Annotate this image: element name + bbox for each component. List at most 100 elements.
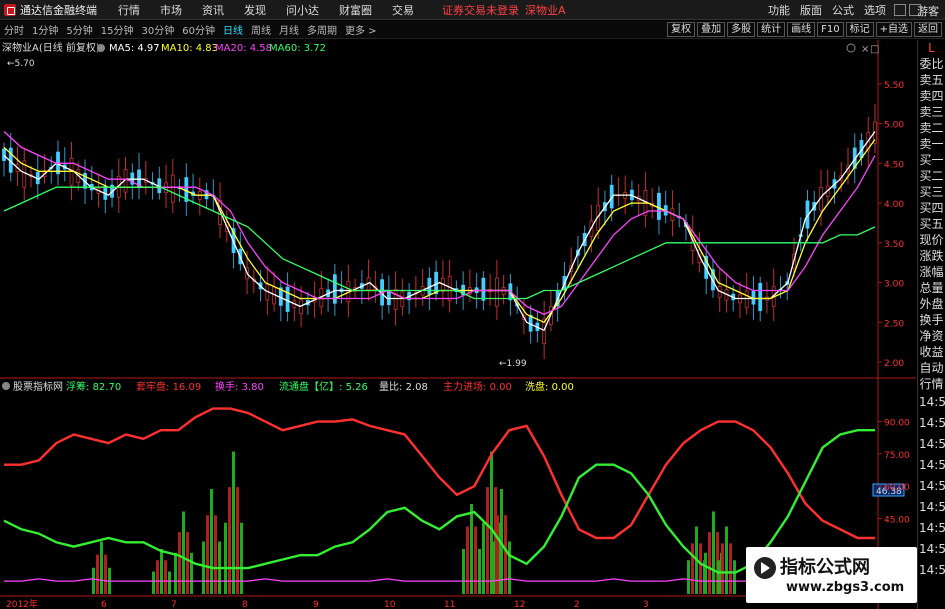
overlay-button[interactable]: 叠加 — [697, 22, 726, 37]
indicator-bar — [236, 487, 239, 594]
side-item[interactable]: 买五 — [918, 216, 945, 232]
draw-line-button[interactable]: 画线 — [787, 22, 816, 37]
side-time: 14:50 — [919, 542, 945, 556]
candle-body — [494, 277, 499, 307]
settings-icon[interactable] — [97, 44, 105, 52]
watermark-badge: 指标公式网 www.zbgs3.com — [746, 547, 917, 603]
indicator-bar — [733, 560, 736, 594]
f10-button[interactable]: F10 — [817, 22, 844, 37]
back-button[interactable]: 返回 — [914, 22, 942, 37]
indicator-bar — [462, 549, 465, 594]
menu-bar: 通达信金融终端 行情 市场 资讯 发现 问小达 财富圈 交易 证券交易未登录 深… — [0, 0, 945, 20]
side-bottom-item[interactable]: 行情 — [918, 376, 945, 392]
tab-more[interactable]: 更多 > — [341, 22, 381, 37]
indicator-tick-label: 60.00 — [884, 483, 910, 493]
indicator-bar — [224, 522, 227, 594]
app-logo: 通达信金融终端 — [0, 2, 108, 18]
tab-15min[interactable]: 15分钟 — [97, 22, 138, 37]
indicator-bar — [156, 560, 159, 594]
add-watchlist-button[interactable]: +自选 — [875, 22, 912, 37]
indicator-tick-label: 90.00 — [884, 419, 910, 429]
menu-item-ask[interactable]: 问小达 — [276, 2, 329, 18]
indicator-bar — [92, 567, 95, 594]
guest-label[interactable]: 游客 — [917, 3, 939, 19]
menu-item-wealth[interactable]: 财富圈 — [329, 2, 382, 18]
side-item[interactable]: 外盘 — [918, 296, 945, 312]
indicator-bar — [202, 541, 205, 594]
menu-item-discover[interactable]: 发现 — [234, 2, 276, 18]
indicator-bar — [708, 532, 711, 594]
indicator-item: 浮筹: 82.70 — [66, 380, 121, 393]
watermark-title: 指标公式网 — [780, 557, 870, 578]
side-item[interactable]: 换手 — [918, 312, 945, 328]
side-item[interactable]: 委比 — [918, 56, 945, 72]
menu-item-layout[interactable]: 版面 — [795, 2, 827, 18]
indicator-bar — [164, 560, 167, 594]
mark-button[interactable]: 标记 — [845, 22, 874, 37]
side-item[interactable]: 涨幅 — [918, 264, 945, 280]
app-title: 通达信金融终端 — [20, 3, 97, 17]
menu-item-market[interactable]: 市场 — [150, 2, 192, 18]
indicator-item: 流通盘【亿】: 5.26 — [279, 380, 368, 393]
side-item[interactable]: 买一 — [918, 152, 945, 168]
side-bottom-item[interactable]: 自动 — [918, 360, 945, 376]
right-menu: 功能 版面 公式 选项 — [763, 0, 921, 20]
menu-item-news[interactable]: 资讯 — [192, 2, 234, 18]
side-item[interactable]: 买三 — [918, 184, 945, 200]
indicator-bar — [214, 515, 217, 594]
side-item[interactable]: 卖一 — [918, 136, 945, 152]
candle-body — [2, 148, 6, 161]
side-item[interactable]: 净资 — [918, 328, 945, 344]
side-item[interactable]: 卖四 — [918, 88, 945, 104]
menu-item-formula[interactable]: 公式 — [827, 2, 859, 18]
indicator-bar — [482, 522, 485, 594]
menu-item-options[interactable]: 选项 — [859, 2, 891, 18]
tab-1min[interactable]: 1分钟 — [28, 22, 62, 37]
tab-monthly[interactable]: 月线 — [275, 22, 303, 37]
indicator-bar — [100, 541, 103, 594]
indicator-bar — [478, 549, 481, 594]
time-tick-label: 2 — [574, 600, 580, 609]
tab-5min[interactable]: 5分钟 — [62, 22, 96, 37]
time-tick-label: 6 — [101, 600, 107, 609]
login-notice[interactable]: 证券交易未登录 — [442, 2, 519, 18]
side-item[interactable]: 卖三 — [918, 104, 945, 120]
watermark-url: www.zbgs3.com — [786, 580, 905, 595]
menu-item-function[interactable]: 功能 — [763, 2, 795, 18]
tab-weekly[interactable]: 周线 — [247, 22, 275, 37]
pane-max-icon[interactable]: □ — [870, 44, 879, 55]
indicator-bar — [206, 515, 209, 594]
side-top-letter[interactable]: L — [918, 40, 945, 56]
time-tick-label: 2012年 — [6, 598, 38, 609]
multi-stock-button[interactable]: 多股 — [727, 22, 756, 37]
chart-area[interactable]: 深物业A(日线 前复权) MA5: 4.97 MA10: 4.83 MA20: … — [0, 40, 916, 609]
tab-60min[interactable]: 60分钟 — [178, 22, 219, 37]
statistics-button[interactable]: 统计 — [757, 22, 786, 37]
tab-daily[interactable]: 日线 — [219, 22, 247, 37]
time-tick-label: 8 — [242, 600, 248, 609]
side-item[interactable]: 卖五 — [918, 72, 945, 88]
indicator-settings-icon[interactable] — [2, 382, 10, 390]
tab-multi-period[interactable]: 多周期 — [303, 22, 341, 37]
indicator-name: 股票指标网 — [13, 380, 63, 393]
side-item[interactable]: 现价 — [918, 232, 945, 248]
side-item[interactable]: 收益 — [918, 344, 945, 360]
candle-body — [285, 286, 290, 312]
side-item[interactable]: 卖二 — [918, 120, 945, 136]
side-item[interactable]: 买二 — [918, 168, 945, 184]
minimize-icon[interactable] — [894, 4, 906, 16]
side-item[interactable]: 总量 — [918, 280, 945, 296]
candle-body — [400, 291, 405, 308]
pane-close-icon[interactable]: × — [861, 44, 869, 55]
candle-body — [657, 192, 661, 220]
tab-intraday[interactable]: 分时 — [0, 22, 28, 37]
tab-30min[interactable]: 30分钟 — [137, 22, 178, 37]
menu-item-trade[interactable]: 交易 — [382, 2, 424, 18]
indicator-bar — [729, 543, 732, 594]
kline-chart[interactable]: 深物业A(日线 前复权) MA5: 4.97 MA10: 4.83 MA20: … — [0, 40, 916, 609]
side-item[interactable]: 涨跌 — [918, 248, 945, 264]
adjust-button[interactable]: 复权 — [667, 22, 696, 37]
time-tick-label: 12 — [514, 600, 525, 609]
menu-item-quotes[interactable]: 行情 — [108, 2, 150, 18]
side-item[interactable]: 买四 — [918, 200, 945, 216]
